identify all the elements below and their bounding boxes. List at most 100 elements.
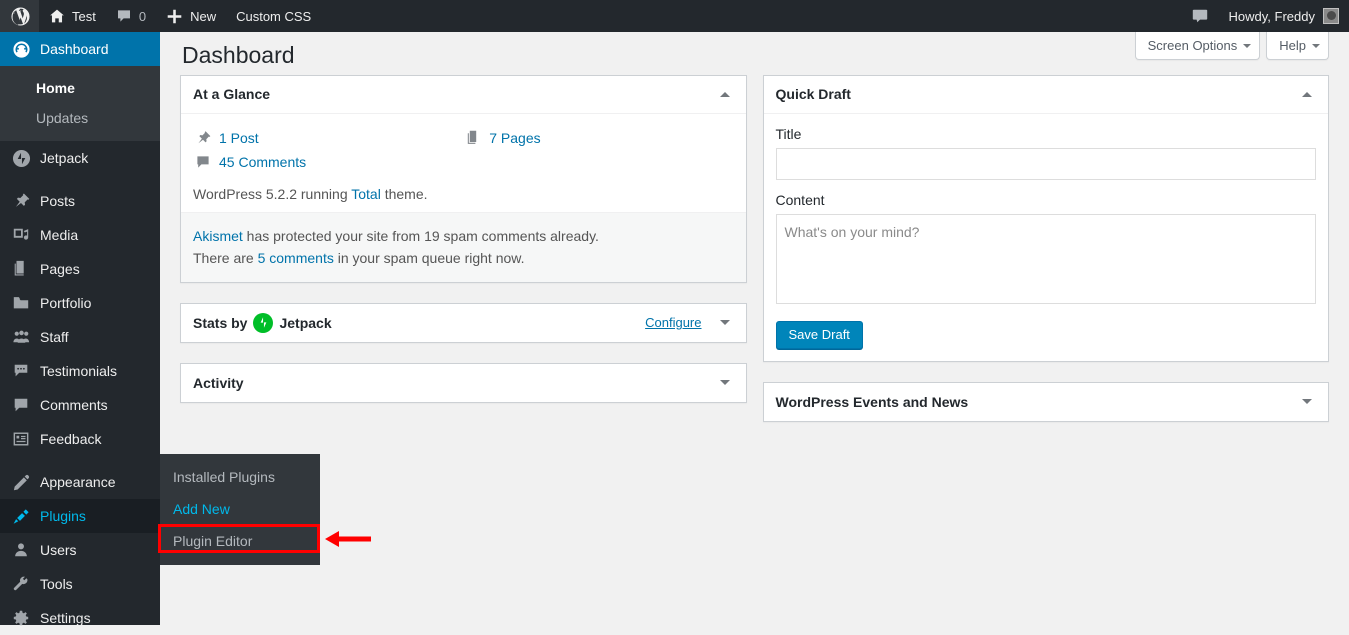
glance-item-comments[interactable]: 45 Comments <box>193 150 463 174</box>
chevron-down-icon <box>1312 43 1320 52</box>
flyout-item-installed-plugins[interactable]: Installed Plugins <box>160 461 320 493</box>
sidebar-item-label: Settings <box>40 610 91 627</box>
activity-title: Activity <box>193 374 244 391</box>
quick-draft-header[interactable]: Quick Draft <box>763 76 1328 114</box>
akismet-line-2-prefix: There are <box>193 250 258 267</box>
dashboard-submenu: Home Updates <box>0 66 160 142</box>
sidebar-item-jetpack[interactable]: Jetpack <box>0 141 160 175</box>
site-name-label: Test <box>72 8 96 24</box>
akismet-line-1: Akismet has protected your site from 19 … <box>193 225 734 247</box>
events-news-title: WordPress Events and News <box>775 393 969 410</box>
quick-draft-body: Title Content Save Draft <box>764 114 1329 361</box>
configure-link[interactable]: Configure <box>645 315 701 330</box>
screen-options-button[interactable]: Screen Options <box>1134 32 1261 60</box>
akismet-notice: Akismet has protected your site from 19 … <box>181 211 746 282</box>
sidebar-item-label: Media <box>40 227 79 244</box>
sidebar-item-feedback[interactable]: Feedback <box>0 422 160 456</box>
menu-separator <box>0 456 160 466</box>
akismet-line-2: There are 5 comments in your spam queue … <box>193 247 734 269</box>
custom-css-button[interactable]: Custom CSS <box>226 0 321 32</box>
chevron-down-icon <box>1243 43 1252 52</box>
sidebar-item-tools[interactable]: Tools <box>0 567 160 601</box>
sidebar-item-media[interactable]: Media <box>0 218 160 252</box>
sidebar-item-users[interactable]: Users <box>0 533 160 567</box>
avatar <box>1323 8 1339 24</box>
comment-icon <box>11 395 31 415</box>
jetpack-stats-header[interactable]: Stats by Jetpack Configure <box>181 304 746 342</box>
sidebar-item-posts[interactable]: Posts <box>0 184 160 218</box>
sidebar-item-label: Testimonials <box>40 363 118 380</box>
portfolio-icon <box>11 293 31 313</box>
new-content-button[interactable]: New <box>156 0 226 32</box>
spam-queue-link[interactable]: 5 comments <box>258 250 334 266</box>
sidebar-item-staff[interactable]: Staff <box>0 320 160 354</box>
title-field-label: Title <box>775 125 802 142</box>
help-button[interactable]: Help <box>1266 32 1329 60</box>
submenu-item-home[interactable]: Home <box>0 73 160 103</box>
activity-header[interactable]: Activity <box>181 364 746 402</box>
at-a-glance-widget: At a Glance 1 Post 7 Pages 45 Comments W… <box>180 74 747 283</box>
at-a-glance-header[interactable]: At a Glance <box>181 76 746 114</box>
theme-link[interactable]: Total <box>351 186 381 202</box>
pages-icon <box>11 259 31 279</box>
screen-options-label: Screen Options <box>1147 38 1238 53</box>
sidebar-item-portfolio[interactable]: Portfolio <box>0 286 160 320</box>
sidebar-item-pages[interactable]: Pages <box>0 252 160 286</box>
akismet-link[interactable]: Akismet <box>193 228 243 244</box>
flyout-item-plugin-editor[interactable]: Plugin Editor <box>160 525 320 557</box>
flyout-item-add-new[interactable]: Add New <box>160 493 320 525</box>
glance-item-label: 1 Post <box>219 129 259 146</box>
sidebar-item-testimonials[interactable]: Testimonials <box>0 354 160 388</box>
site-name-button[interactable]: Test <box>39 0 106 32</box>
submenu-item-updates[interactable]: Updates <box>0 103 160 133</box>
jetpack-stats-widget: Stats by Jetpack Configure <box>180 302 747 343</box>
dashboard-column-left: At a Glance 1 Post 7 Pages 45 Comments W… <box>180 74 747 442</box>
sidebar-item-appearance[interactable]: Appearance <box>0 465 160 499</box>
akismet-line-2-suffix: in your spam queue right now. <box>333 250 525 267</box>
notifications-button[interactable] <box>1181 0 1219 32</box>
quick-draft-widget: Quick Draft Title Content Save Draft <box>762 74 1329 362</box>
content-field-label: Content <box>775 191 825 208</box>
dashboard-column-right: Quick Draft Title Content Save Draft <box>762 74 1329 442</box>
sidebar-item-settings[interactable]: Settings <box>0 601 160 635</box>
chevron-up-icon <box>1302 87 1312 97</box>
jetpack-stats-title: Stats by Jetpack <box>193 312 332 333</box>
collapse-toggle-button[interactable] <box>716 314 734 332</box>
sidebar-item-comments[interactable]: Comments <box>0 388 160 422</box>
sidebar-item-label: Users <box>40 542 77 559</box>
home-icon <box>49 8 65 24</box>
glance-item-label: 45 Comments <box>219 153 307 170</box>
chevron-down-icon <box>719 380 730 390</box>
stats-by-label: Stats by <box>193 314 248 331</box>
collapse-toggle-button[interactable] <box>1298 393 1316 411</box>
save-draft-button[interactable]: Save Draft <box>775 320 863 349</box>
sidebar-item-label: Feedback <box>40 431 102 448</box>
comments-bubble-button[interactable]: 0 <box>106 0 156 32</box>
sidebar-item-label: Pages <box>40 261 80 278</box>
my-account-button[interactable]: Howdy, Freddy <box>1219 0 1349 32</box>
glance-item-posts[interactable]: 1 Post <box>193 126 463 150</box>
testimonials-icon <box>11 361 31 381</box>
feedback-icon <box>11 429 31 449</box>
comments-count: 0 <box>138 8 147 24</box>
akismet-line-1-text: has protected your site from 19 spam com… <box>242 227 599 244</box>
draft-title-input[interactable] <box>775 147 1316 180</box>
draft-content-textarea[interactable] <box>775 213 1316 304</box>
field-spacer <box>776 180 1317 192</box>
admin-sidebar-menu: Dashboard Home Updates Jetpack Posts Med… <box>0 32 168 626</box>
events-news-header[interactable]: WordPress Events and News <box>764 383 1329 421</box>
events-news-widget: WordPress Events and News <box>762 381 1329 422</box>
wordpress-logo-button[interactable] <box>0 0 39 32</box>
sidebar-item-dashboard[interactable]: Dashboard <box>0 32 168 66</box>
collapse-toggle-button[interactable] <box>716 85 734 103</box>
sidebar-item-plugins[interactable]: Plugins <box>0 499 168 534</box>
jetpack-brand-label: Jetpack <box>279 314 332 331</box>
activity-widget: Activity <box>180 362 747 403</box>
at-a-glance-body: 1 Post 7 Pages 45 Comments WordPress 5.2… <box>181 114 746 212</box>
users-icon <box>11 540 31 560</box>
jetpack-logo-icon <box>253 312 274 333</box>
collapse-toggle-button[interactable] <box>1298 85 1316 103</box>
collapse-toggle-button[interactable] <box>716 374 734 392</box>
comment-icon <box>193 154 213 170</box>
glance-item-pages[interactable]: 7 Pages <box>463 126 733 150</box>
